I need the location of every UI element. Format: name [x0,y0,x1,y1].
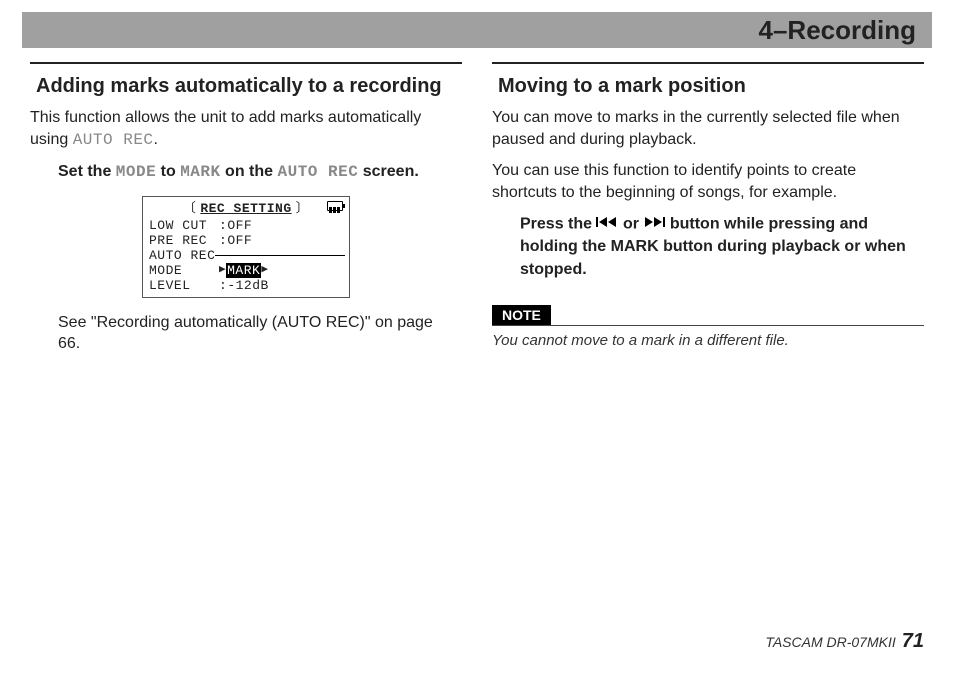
arrow-right-icon: ▶ [261,263,268,278]
lcd-bracket-left: 〔 [183,201,197,216]
two-column-layout: Adding marks automatically to a recordin… [30,62,924,355]
lcd-row-level: LEVEL:-12dB [147,278,345,293]
lcd-divider-label: AUTO REC [149,248,215,263]
note-block: NOTE You cannot move to a mark in a diff… [492,293,924,349]
note-rule [492,325,924,326]
lcd-title-row: 〔 REC SETTING 〕 [147,201,345,216]
instr-mark: MARK [180,163,220,181]
lcd-mode-label: MODE [149,263,219,278]
lcd-divider-line [215,255,345,256]
instruction-set-mode: Set the MODE to MARK on the AUTO REC scr… [58,161,452,183]
instruction-press-skip: Press the or button while pressing and h… [520,213,914,281]
instr-pre: Set the [58,163,116,180]
lcd-row-prerec: PRE REC:OFF [147,233,345,248]
lcd-level-value: -12dB [227,278,269,293]
page-footer: TASCAM DR-07MKII 71 [765,630,924,653]
instr-post: screen. [358,163,418,180]
lcd-row-lowcut: LOW CUT:OFF [147,218,345,233]
lcd-title: REC SETTING [200,201,291,216]
lcd-lowcut-value: OFF [227,218,252,233]
right-column: Moving to a mark position You can move t… [492,62,924,355]
lcd-prerec-value: OFF [227,233,252,248]
chapter-header: 4–Recording [22,12,932,48]
right-p2: You can use this function to identify po… [492,160,924,203]
instr-mode: MODE [116,163,156,181]
intro-post: . [154,131,158,148]
page-number: 71 [902,630,924,653]
instr-mid1: to [156,163,180,180]
note-flag: NOTE [492,305,551,325]
lcd-divider-row: AUTO REC [147,248,345,263]
lcd-lowcut-label: LOW CUT [149,218,219,233]
manual-page: 4–Recording Adding marks automatically t… [0,0,954,675]
instr-mid2: on the [221,163,278,180]
arrow-right-icon: ▶ [219,263,226,278]
note-text: You cannot move to a mark in a different… [492,332,924,349]
right-p1: You can move to marks in the currently s… [492,107,924,150]
skip-forward-icon [643,213,665,235]
lcd-bracket-right: 〕 [296,201,310,216]
lcd-mode-value: MARK [226,263,261,278]
lcd-screenshot: 〔 REC SETTING 〕 LOW CUT:OFF PRE REC:OFF … [142,196,350,298]
lcd-prerec-label: PRE REC [149,233,219,248]
instr-auto: AUTO REC [278,163,359,181]
intro-mono: AUTO REC [73,131,154,149]
left-column: Adding marks automatically to a recordin… [30,62,462,355]
section-title-moving-mark: Moving to a mark position [498,74,918,99]
lcd-level-label: LEVEL [149,278,219,293]
skip-back-icon [596,213,618,235]
instr-or: or [623,216,643,233]
chapter-title: 4–Recording [759,15,917,46]
intro-paragraph: This function allows the unit to add mar… [30,107,462,151]
section-title-adding-marks: Adding marks automatically to a recordin… [36,74,456,99]
product-name: TASCAM DR-07MKII [765,634,895,650]
lcd-row-mode: MODE▶MARK▶ [147,263,345,278]
battery-icon [327,201,343,211]
instr-press-pre: Press the [520,216,596,233]
cross-reference: See "Recording automatically (AUTO REC)"… [58,312,454,355]
